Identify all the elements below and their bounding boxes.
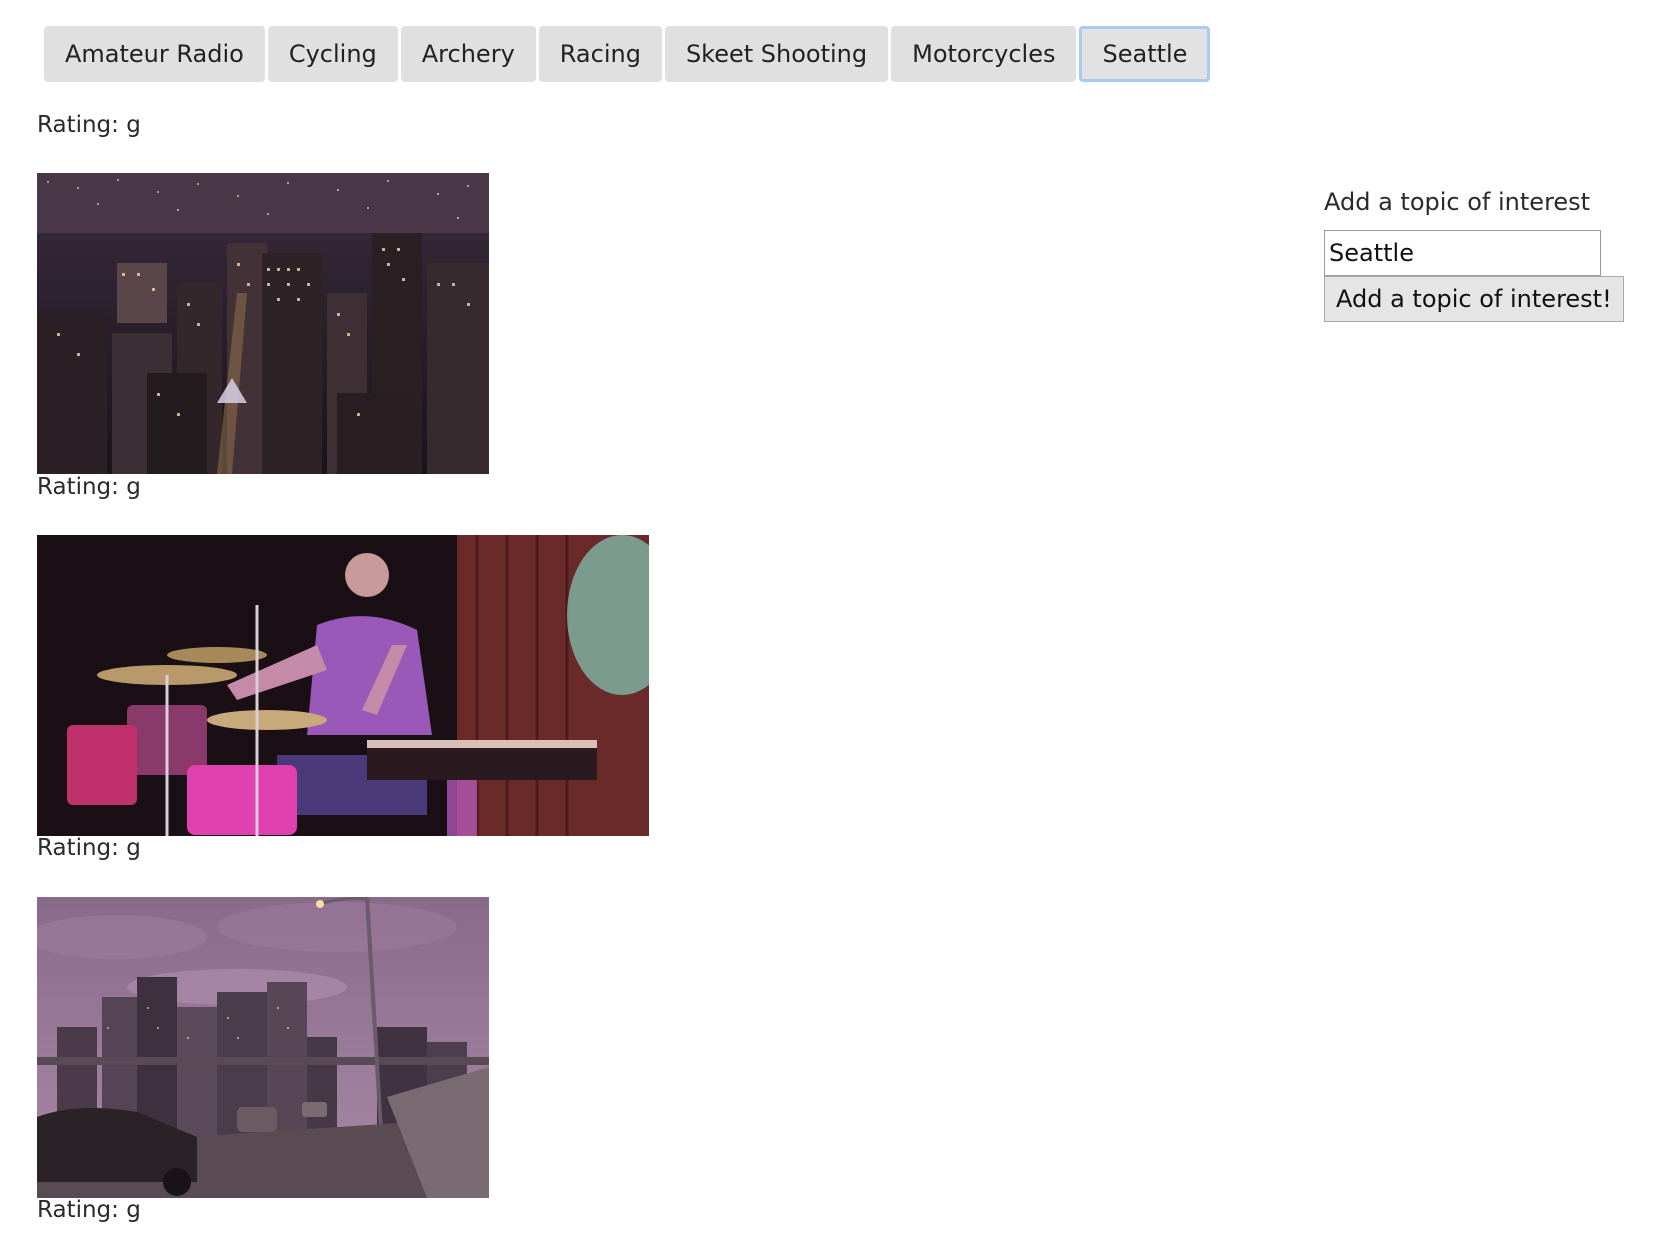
add-topic-button[interactable]: Add a topic of interest! — [1324, 276, 1624, 322]
gif-rating: Rating: g — [37, 835, 141, 861]
topic-button-seattle[interactable]: Seattle — [1079, 26, 1211, 82]
topic-button-racing[interactable]: Racing — [538, 26, 662, 82]
topic-button-archery[interactable]: Archery — [400, 26, 536, 82]
topic-button-cycling[interactable]: Cycling — [267, 26, 398, 82]
gif-rating: Rating: g — [37, 112, 141, 138]
topic-button-bar: Amateur Radio Cycling Archery Racing Ske… — [44, 26, 1211, 82]
gif-rating: Rating: g — [37, 474, 141, 500]
topic-button-skeet-shooting[interactable]: Skeet Shooting — [664, 26, 889, 82]
topic-input[interactable] — [1324, 230, 1601, 276]
add-topic-form: Add a topic of interest Add a topic of i… — [1324, 188, 1624, 322]
drummer-stage-image[interactable] — [37, 535, 649, 836]
topic-button-motorcycles[interactable]: Motorcycles — [891, 26, 1077, 82]
city-skyline-highway-image[interactable] — [37, 897, 489, 1198]
add-topic-label: Add a topic of interest — [1324, 188, 1591, 216]
topic-button-amateur-radio[interactable]: Amateur Radio — [44, 26, 265, 82]
city-night-aerial-image[interactable] — [37, 173, 489, 474]
gif-rating: Rating: g — [37, 1197, 141, 1223]
giftastic-page: Amateur Radio Cycling Archery Racing Ske… — [0, 0, 1665, 1239]
